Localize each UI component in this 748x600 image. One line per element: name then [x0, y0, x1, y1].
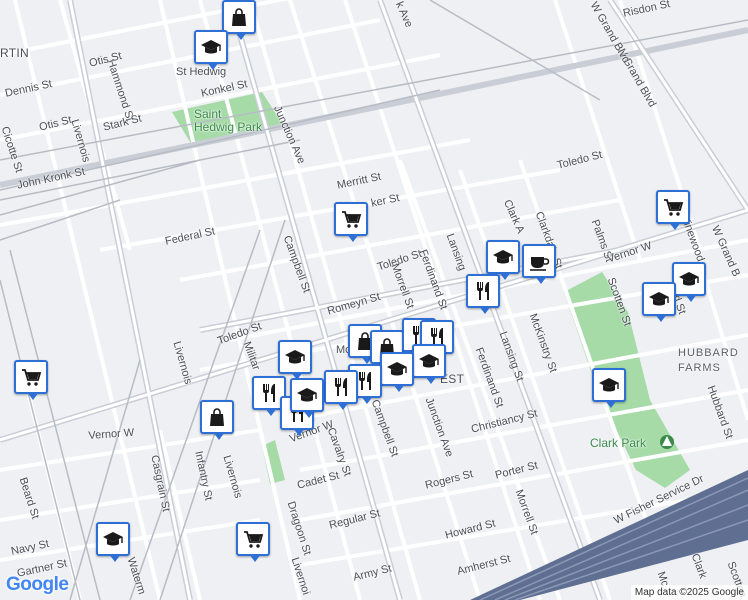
- school-icon: [493, 250, 513, 264]
- restaurant-pin[interactable]: [324, 370, 358, 410]
- school-icon: [599, 378, 619, 392]
- school-icon: [285, 350, 305, 364]
- school-pin[interactable]: [412, 344, 446, 384]
- school-pin[interactable]: [194, 30, 228, 70]
- restaurant-pin[interactable]: [466, 274, 500, 314]
- school-pin[interactable]: [486, 240, 520, 280]
- school-icon: [103, 532, 123, 546]
- restaurant-icon: [335, 378, 347, 396]
- restaurant-icon: [477, 282, 489, 300]
- shopping-cart-icon: [244, 531, 264, 548]
- google-logo[interactable]: Google: [6, 574, 69, 596]
- school-icon: [679, 272, 699, 286]
- school-icon: [297, 388, 317, 402]
- coffee-pin[interactable]: [522, 244, 556, 284]
- map-viewport[interactable]: RTIN Dennis St Hammond St Otis St Otis S…: [0, 0, 748, 600]
- shopping-bag-icon: [210, 408, 224, 426]
- school-pin[interactable]: [672, 262, 706, 302]
- school-pin[interactable]: [592, 368, 626, 408]
- school-icon: [649, 292, 669, 306]
- park-label-saint-hedwig: Saint Hedwig Park: [194, 107, 263, 134]
- school-icon: [419, 354, 439, 368]
- shopping-cart-icon: [22, 369, 42, 386]
- shopping-cart-icon: [664, 199, 684, 216]
- school-pin[interactable]: [290, 378, 324, 418]
- restaurant-icon: [263, 384, 275, 402]
- area-label-martin: RTIN: [0, 46, 29, 60]
- shopping-bag-pin[interactable]: [200, 400, 234, 440]
- coffee-icon: [530, 257, 550, 271]
- park-label-clark-park: Clark Park: [590, 436, 647, 450]
- area-label-hubbard-farms: HUBBARD FARMS: [678, 347, 739, 374]
- shopping-bag-icon: [232, 8, 246, 26]
- shopping-cart-pin[interactable]: [656, 190, 690, 230]
- school-pin[interactable]: [642, 282, 676, 322]
- shopping-cart-pin[interactable]: [236, 522, 270, 562]
- shopping-cart-pin[interactable]: [334, 202, 368, 242]
- school-pin[interactable]: [380, 352, 414, 392]
- school-icon: [387, 362, 407, 376]
- school-icon: [201, 40, 221, 54]
- school-pin[interactable]: [278, 340, 312, 380]
- school-pin[interactable]: [96, 522, 130, 562]
- shopping-cart-pin[interactable]: [14, 360, 48, 400]
- shopping-bag-pin[interactable]: [222, 0, 256, 40]
- map-attribution[interactable]: Map data ©2025 Google: [630, 585, 748, 600]
- shopping-cart-icon: [342, 211, 362, 228]
